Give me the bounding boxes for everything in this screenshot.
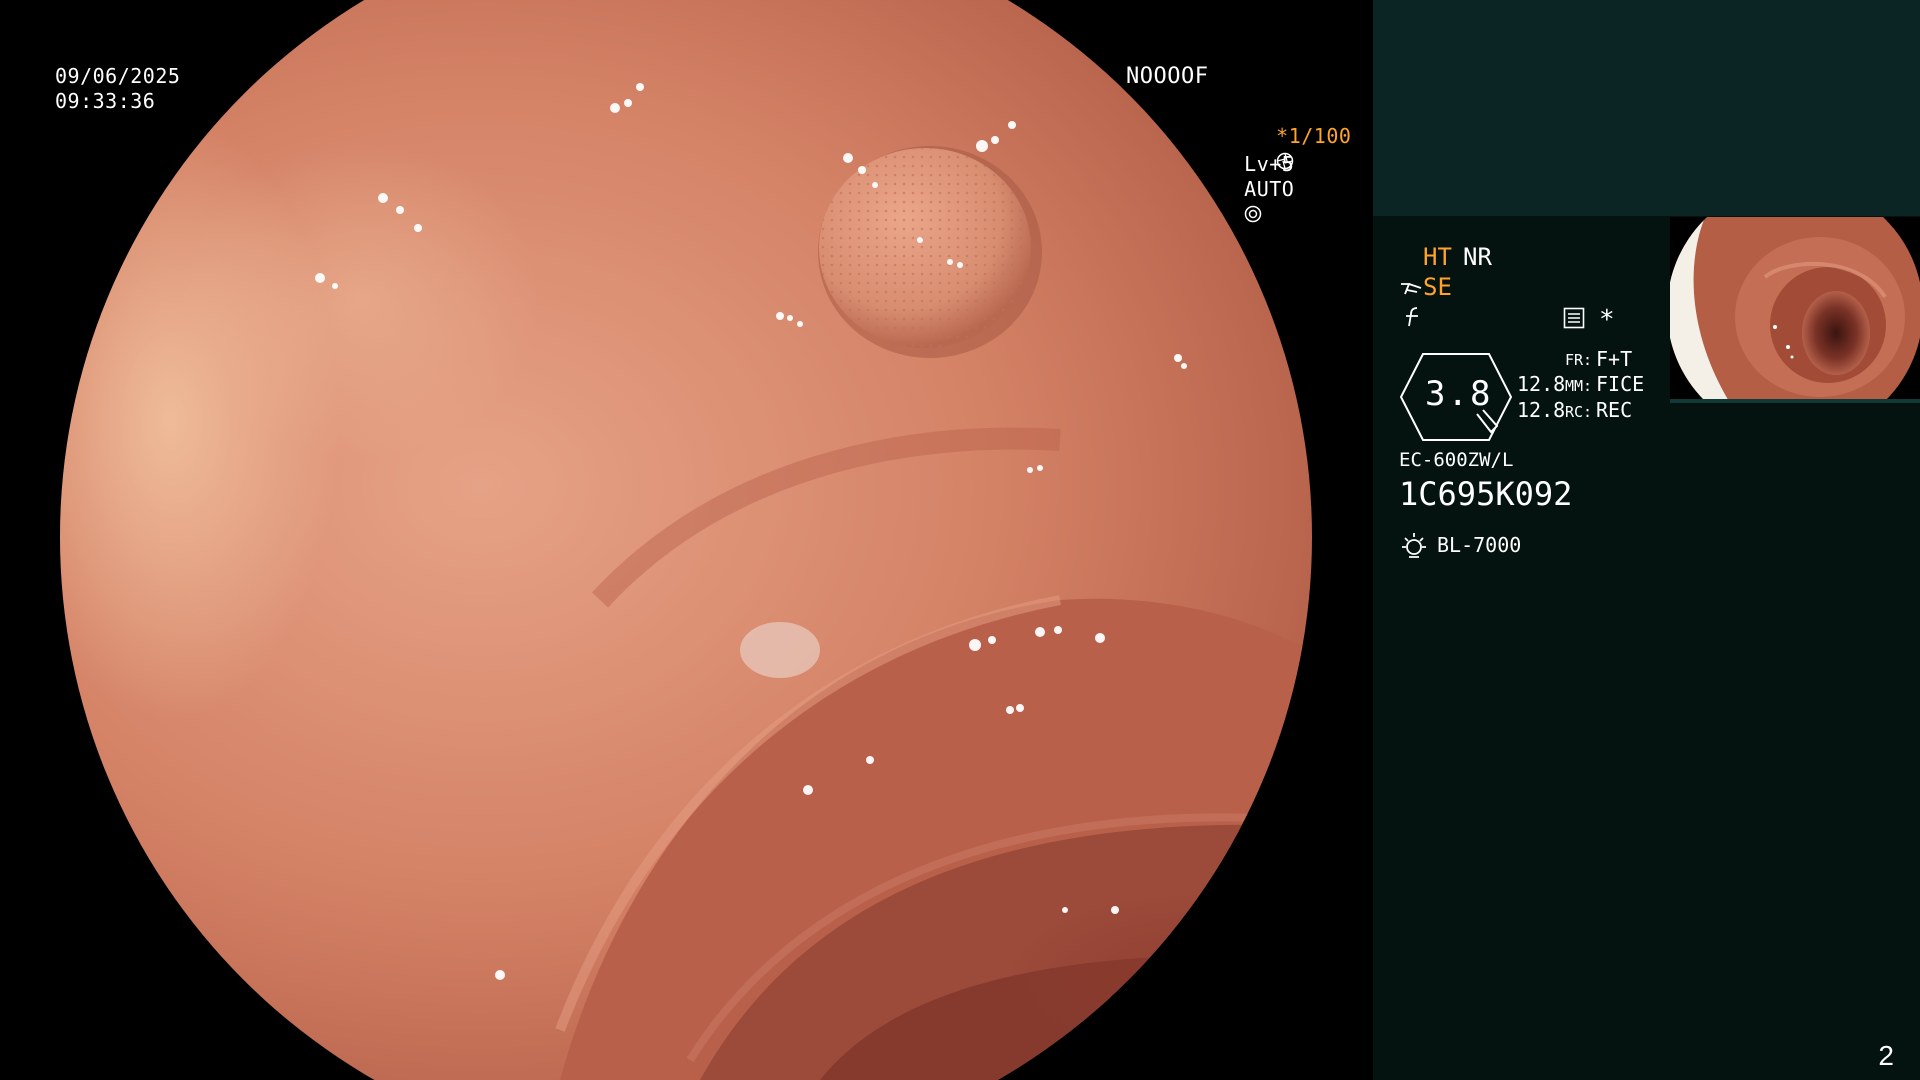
iris-icon xyxy=(1244,205,1262,223)
light-source: BL-7000 xyxy=(1437,533,1522,557)
page-number: 2 xyxy=(1878,1040,1894,1071)
endoscopic-image xyxy=(60,0,1312,1080)
freeze-icon xyxy=(1406,307,1418,327)
settings-panel: HT NR SE * 3.8 12.8 12.8 FR: F+T MM: FIC… xyxy=(1373,0,1920,1080)
nr-label: NR xyxy=(1463,243,1492,271)
mode-value: AUTO xyxy=(1244,177,1295,201)
value-2: 12.8 xyxy=(1517,398,1566,422)
ht-label: HT xyxy=(1423,243,1452,271)
se-label: SE xyxy=(1423,273,1452,301)
light-level: Lv+5 AUTO xyxy=(1194,127,1294,252)
capture-thumbnail xyxy=(1670,217,1920,403)
thumbnail-image xyxy=(1670,217,1920,403)
capture-time: 09:33:36 xyxy=(55,89,156,113)
scope-model: EC-600ZW/L xyxy=(1399,449,1514,471)
fr-value: F+T xyxy=(1596,347,1633,371)
star-marker: * xyxy=(1599,305,1615,335)
mm-value: FICE xyxy=(1596,372,1645,396)
rc-value: REC xyxy=(1596,398,1633,422)
value-1: 12.8 xyxy=(1517,372,1566,396)
fr-label: FR: xyxy=(1565,351,1593,369)
rc-label: RC: xyxy=(1565,403,1593,421)
lamp-icon xyxy=(1402,533,1426,558)
capture-date: 09/06/2025 xyxy=(55,64,181,88)
level-value: Lv+5 xyxy=(1244,152,1295,176)
patient-code: NOOOOF xyxy=(1126,64,1209,89)
zoom-value: 3.8 xyxy=(1425,374,1493,414)
endoscope-main-view: 09/06/2025 09:33:36 NOOOOF *1/100 Lv+5 A… xyxy=(0,0,1373,1080)
scope-serial: 1C695K092 xyxy=(1399,475,1573,513)
panel-header-band xyxy=(1373,0,1920,216)
mm-label: MM: xyxy=(1565,377,1593,395)
scope-tip-icon xyxy=(1401,283,1422,295)
menu-list-icon xyxy=(1563,307,1585,329)
